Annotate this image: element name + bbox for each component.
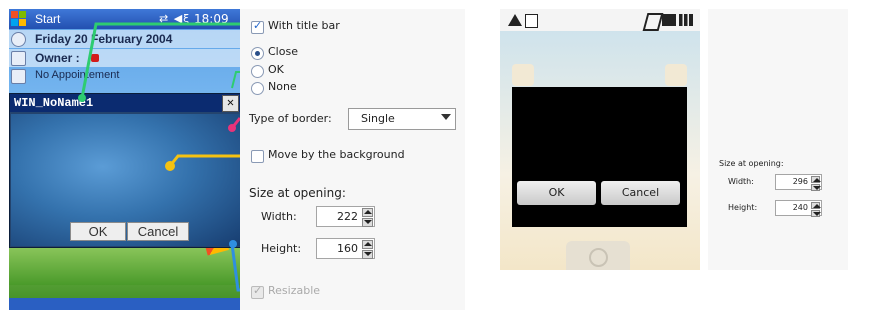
spin-down-icon[interactable] xyxy=(811,210,821,217)
height-stepper[interactable]: 160 xyxy=(316,238,375,259)
android-size-panel xyxy=(708,9,848,270)
network-3g-icon xyxy=(662,14,676,26)
move-background-checkbox[interactable] xyxy=(251,150,264,163)
width-spin-buttons[interactable] xyxy=(362,208,373,227)
connector-title-bar xyxy=(80,22,240,99)
android-dialog-window xyxy=(512,87,687,227)
usb-icon xyxy=(525,14,538,28)
android-height-spin-buttons[interactable] xyxy=(811,202,821,217)
android-ok-button[interactable]: OK xyxy=(517,181,596,205)
connector-title-bar-dot xyxy=(78,94,86,102)
border-type-select[interactable]: Single xyxy=(348,108,456,130)
android-height-label: Height: xyxy=(728,203,758,212)
height-spin-buttons[interactable] xyxy=(362,240,373,259)
vibrate-icon xyxy=(642,13,664,31)
warning-icon xyxy=(508,14,522,26)
width-label: Width: xyxy=(261,210,297,223)
android-status-bar xyxy=(500,9,700,31)
home-widget-icon xyxy=(665,64,687,86)
connector-border-dot xyxy=(228,124,236,132)
android-size-heading: Size at opening: xyxy=(719,159,784,168)
launcher-icon[interactable] xyxy=(589,248,608,267)
android-width-value: 296 xyxy=(792,177,808,186)
android-cancel-button[interactable]: Cancel xyxy=(601,181,680,205)
android-height-value: 240 xyxy=(792,203,808,212)
connector-resizable-dot xyxy=(229,240,237,248)
ok-radio-label: OK xyxy=(268,63,284,76)
border-type-label: Type of border: xyxy=(249,112,332,125)
connector-move-bg-dot xyxy=(165,161,175,171)
none-radio[interactable] xyxy=(251,82,264,95)
none-radio-label: None xyxy=(268,80,297,93)
spin-down-icon[interactable] xyxy=(362,250,373,259)
height-label: Height: xyxy=(261,242,302,255)
home-widget-icon xyxy=(512,64,534,86)
move-background-label: Move by the background xyxy=(268,148,405,161)
border-type-value: Single xyxy=(361,112,395,125)
connector-buttons xyxy=(231,71,240,89)
connector-move-bg xyxy=(168,154,245,167)
spin-down-icon[interactable] xyxy=(362,218,373,227)
title-bar-checkbox[interactable] xyxy=(251,19,264,34)
resizable-checkbox[interactable] xyxy=(251,284,264,299)
spin-up-icon[interactable] xyxy=(811,202,821,209)
chevron-down-icon xyxy=(441,114,451,120)
title-bar-label: With title bar xyxy=(268,19,340,32)
resizable-label: Resizable xyxy=(268,284,321,297)
android-height-stepper[interactable]: 240 xyxy=(775,200,822,217)
spin-up-icon[interactable] xyxy=(362,240,373,249)
android-width-stepper[interactable]: 296 xyxy=(775,174,822,191)
android-width-spin-buttons[interactable] xyxy=(811,176,821,191)
spin-up-icon[interactable] xyxy=(811,176,821,183)
close-radio[interactable] xyxy=(251,47,264,60)
width-value: 222 xyxy=(337,210,358,223)
spin-down-icon[interactable] xyxy=(811,184,821,191)
width-stepper[interactable]: 222 xyxy=(316,206,375,227)
size-heading: Size at opening: xyxy=(249,186,346,200)
signal-icon xyxy=(679,14,693,26)
android-width-label: Width: xyxy=(728,177,754,186)
spin-up-icon[interactable] xyxy=(362,208,373,217)
ok-radio[interactable] xyxy=(251,65,264,78)
close-radio-label: Close xyxy=(268,45,298,58)
height-value: 160 xyxy=(337,242,358,255)
